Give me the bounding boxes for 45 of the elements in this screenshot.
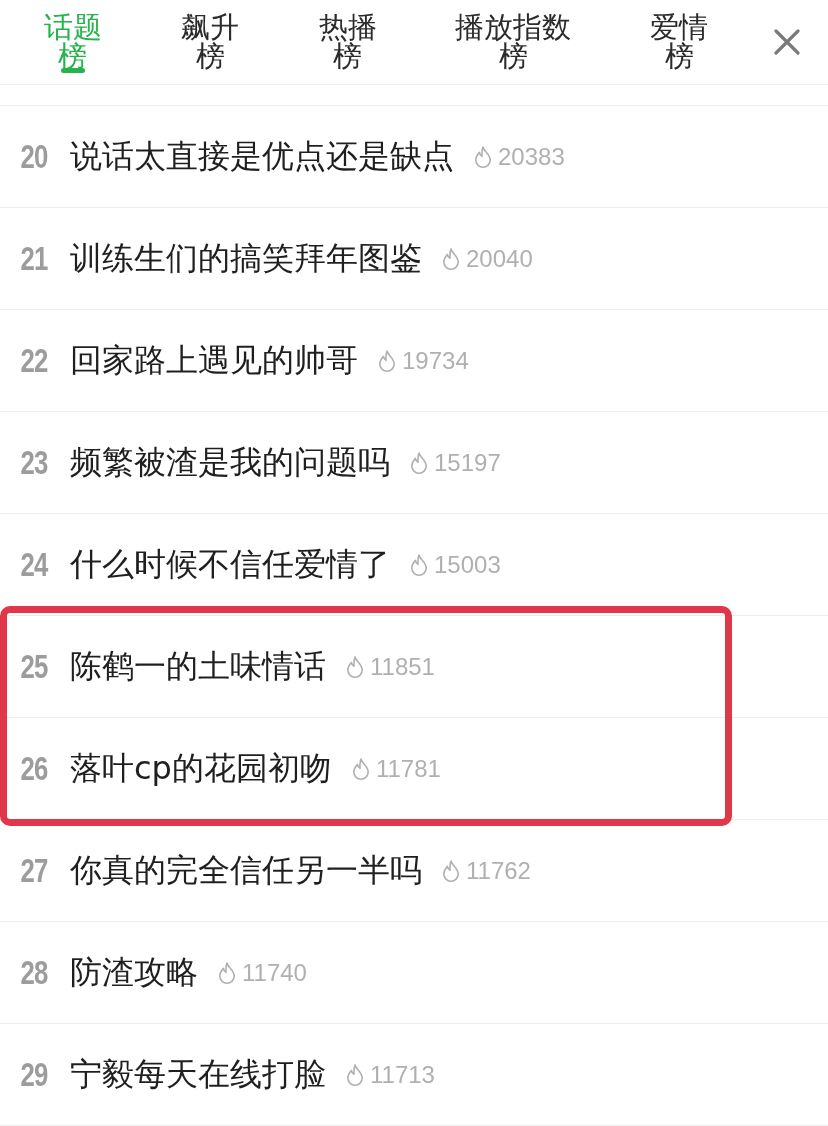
heat-count: 20383	[498, 142, 565, 171]
flame-icon	[410, 553, 428, 576]
tab[interactable]: 飙升榜	[167, 0, 253, 84]
tab[interactable]: 播放指数榜	[442, 0, 585, 84]
close-icon[interactable]	[774, 29, 800, 55]
flame-icon	[351, 757, 370, 780]
heat-count: 11851	[370, 652, 435, 681]
heat-count: 15197	[434, 448, 501, 477]
rank-number: 23	[19, 443, 49, 482]
flame-icon	[346, 655, 364, 678]
rank-number: 27	[19, 851, 49, 890]
topic-title[interactable]: 训练生们的搞笑拜年图鉴	[70, 236, 422, 281]
flame-icon	[218, 961, 236, 984]
flame-icon	[442, 247, 460, 270]
topic-title[interactable]: 落叶cp的花园初吻	[70, 746, 332, 791]
flame-icon	[346, 1063, 364, 1086]
heat-count: 11781	[375, 754, 441, 783]
heat-count: 15003	[434, 550, 501, 579]
tab[interactable]: 热播榜	[304, 0, 391, 84]
flame-icon	[378, 349, 396, 372]
rank-number: 20	[19, 137, 49, 176]
topic-title[interactable]: 陈鹤一的土味情话	[70, 644, 326, 689]
rank-number: 26	[19, 749, 49, 788]
tab[interactable]: 爱情榜	[636, 0, 722, 84]
heat-count: 20040	[466, 244, 533, 273]
topic-title[interactable]: 宁毅每天在线打脸	[70, 1052, 326, 1097]
rank-number: 28	[19, 953, 49, 992]
topic-title[interactable]: 防渣攻略	[70, 950, 198, 995]
topic-title[interactable]: 什么时候不信任爱情了	[70, 542, 390, 587]
topic-title[interactable]: 你真的完全信任另一半吗	[70, 848, 422, 893]
topic-title[interactable]: 频繁被渣是我的问题吗	[70, 440, 390, 485]
heat-count: 11762	[466, 856, 531, 885]
rank-number: 24	[19, 545, 50, 584]
topic-title[interactable]: 回家路上遇见的帅哥	[70, 338, 358, 383]
heat-count: 11740	[242, 958, 307, 987]
flame-icon	[442, 859, 460, 882]
rank-number: 21	[19, 239, 49, 278]
heat-count: 11713	[370, 1060, 435, 1089]
topic-title[interactable]: 说话太直接是优点还是缺点	[70, 134, 454, 179]
rank-number: 29	[19, 1055, 49, 1094]
flame-icon	[474, 145, 492, 168]
rank-number: 22	[19, 341, 49, 380]
heat-count: 19734	[402, 346, 469, 375]
rank-number: 25	[19, 647, 49, 686]
flame-icon	[410, 451, 428, 474]
